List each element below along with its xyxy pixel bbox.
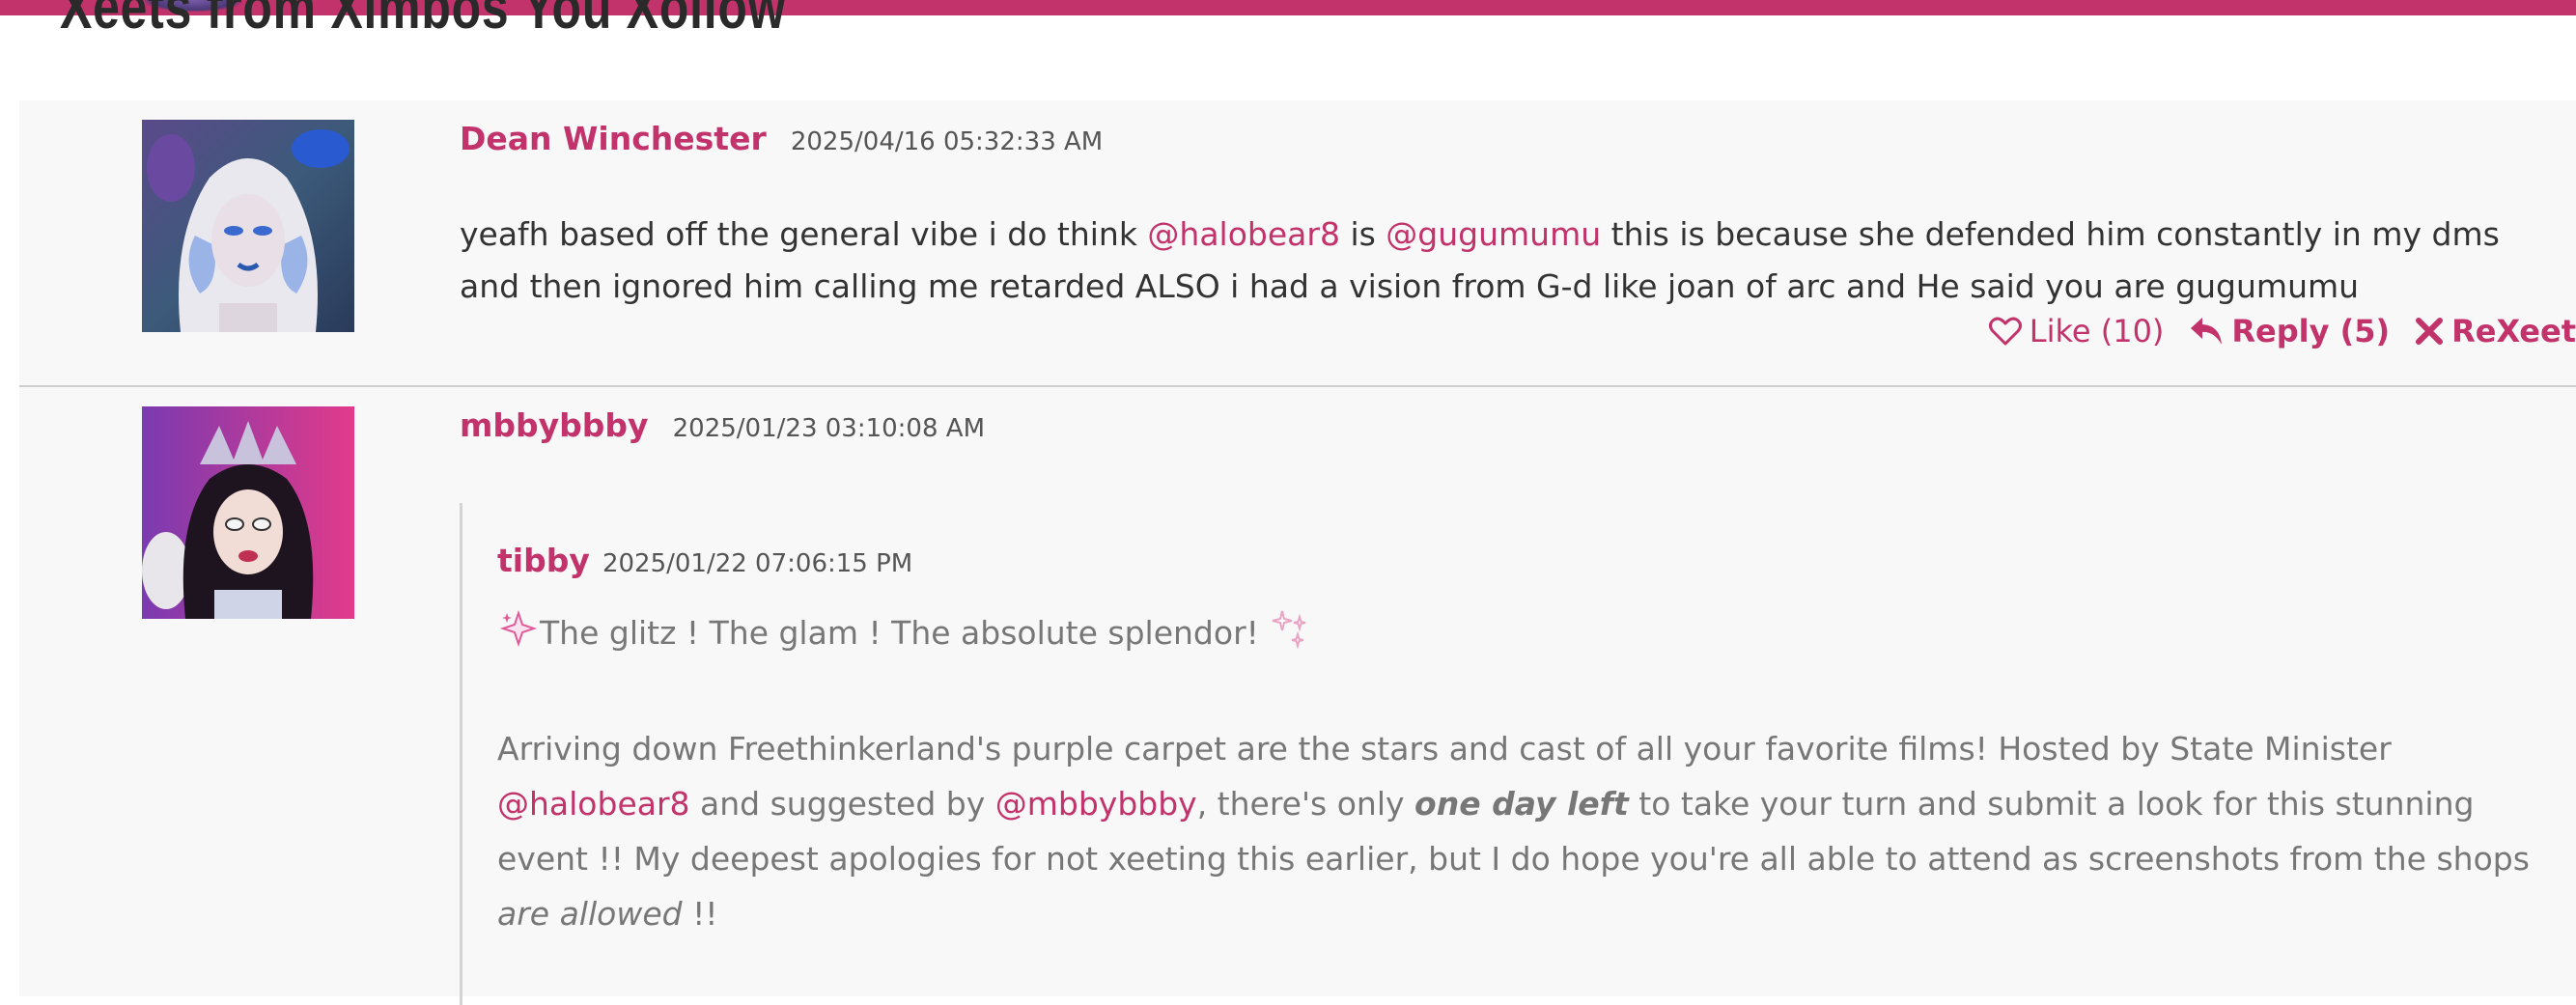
quoted-text-segment: The glitz ! The glam ! The absolute sple… [540, 614, 1259, 652]
rexeet-button[interactable]: ReXeet [2415, 313, 2576, 349]
xeet-feed: Dean Winchester 2025/04/16 05:32:33 AM y… [19, 100, 2576, 1005]
emphasis-text: one day left [1414, 785, 1629, 823]
quoted-paragraph: Arriving down Freethinkerland's purple c… [497, 721, 2563, 941]
body-text-segment: is [1339, 215, 1386, 253]
section-title: Xeets from Ximbos You Xollow [60, 0, 787, 42]
avatar[interactable] [142, 406, 354, 619]
quoted-author-name[interactable]: tibby [497, 542, 590, 579]
author-name[interactable]: mbbybbby [460, 406, 649, 444]
reply-arrow-icon [2191, 318, 2223, 345]
author-name[interactable]: Dean Winchester [460, 120, 767, 157]
xeet-post: Dean Winchester 2025/04/16 05:32:33 AM y… [19, 100, 2576, 387]
mention-link[interactable]: @gugumumu [1386, 215, 1601, 253]
post-timestamp: 2025/04/16 05:32:33 AM [790, 127, 1104, 156]
quoted-text-segment: , there's only [1196, 785, 1415, 823]
quoted-line: The glitz ! The glam ! The absolute sple… [497, 605, 2563, 666]
post-timestamp: 2025/01/23 03:10:08 AM [672, 414, 985, 443]
body-text-segment: yeafh based off the general vibe i do th… [460, 215, 1148, 253]
quoted-xeet[interactable]: tibby 2025/01/22 07:06:15 PM The glitz !… [460, 503, 2576, 1005]
quoted-text-segment: !! [682, 895, 718, 933]
like-label: Like (10) [2029, 313, 2165, 349]
quoted-timestamp: 2025/01/22 07:06:15 PM [602, 549, 913, 578]
close-x-icon [2416, 318, 2444, 345]
post-actions: Like (10) Reply (5) ReXeet [1988, 313, 2576, 349]
reply-button[interactable]: Reply (5) [2189, 313, 2390, 349]
post-body: yeafh based off the general vibe i do th… [460, 209, 2564, 313]
quoted-text-segment: Arriving down Freethinkerland's purple c… [497, 730, 2392, 768]
quoted-body: The glitz ! The glam ! The absolute sple… [497, 605, 2563, 941]
quoted-text-segment: and suggested by [689, 785, 995, 823]
heart-icon [1988, 317, 2022, 346]
xeet-post: mbbybbby 2025/01/23 03:10:08 AM tibby 20… [19, 387, 2576, 1005]
quoted-meta: tibby 2025/01/22 07:06:15 PM [497, 542, 912, 579]
mention-link[interactable]: @halobear8 [497, 785, 690, 823]
mention-link[interactable]: @mbbybbby [995, 785, 1197, 823]
post-meta: Dean Winchester 2025/04/16 05:32:33 AM [460, 120, 1103, 157]
emphasis-text: are allowed [497, 895, 683, 933]
sparkle-icon [1269, 607, 1311, 666]
avatar[interactable] [142, 120, 354, 332]
like-button[interactable]: Like (10) [1988, 313, 2165, 349]
rexeet-label: ReXeet [2451, 313, 2576, 349]
reply-label: Reply (5) [2231, 313, 2391, 349]
post-meta: mbbybbby 2025/01/23 03:10:08 AM [460, 406, 985, 444]
mention-link[interactable]: @halobear8 [1147, 215, 1340, 253]
sparkle-icon [497, 607, 540, 666]
